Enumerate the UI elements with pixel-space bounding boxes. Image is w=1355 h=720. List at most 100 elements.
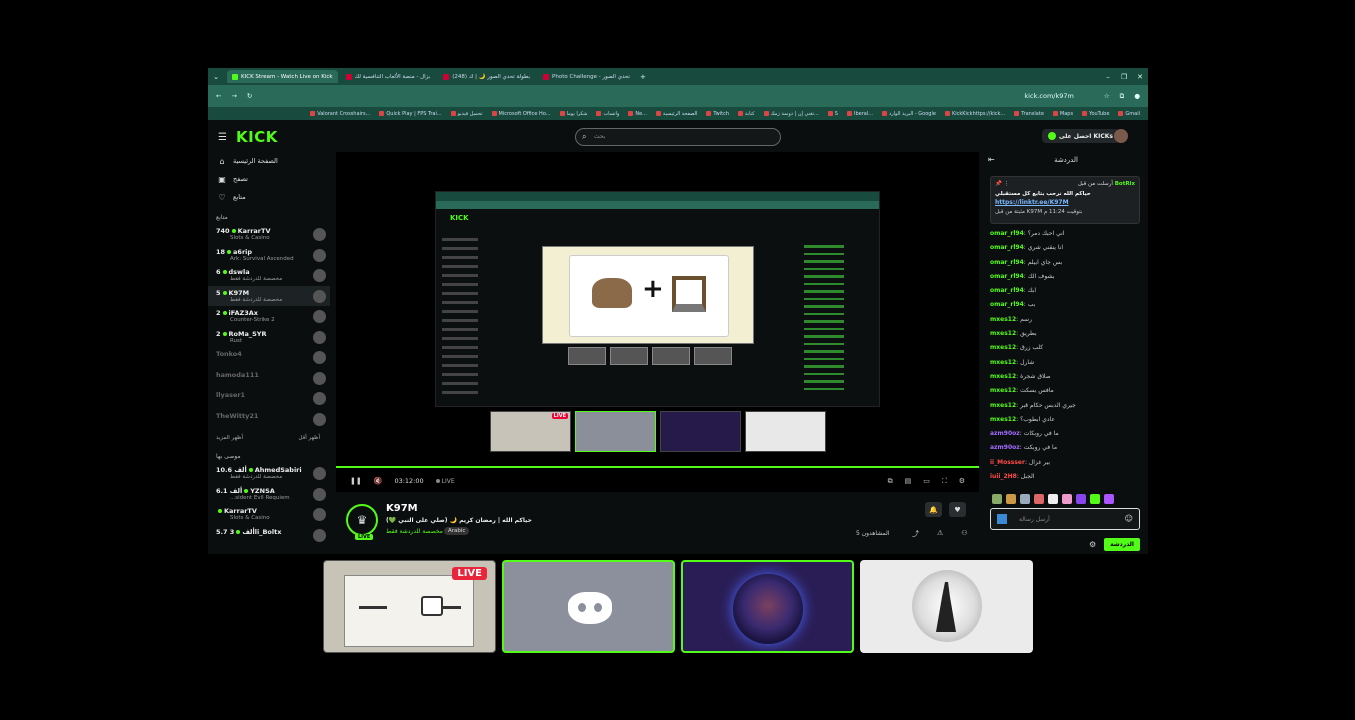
get-kicks-button[interactable]: احصل على KICKs <box>1042 129 1119 143</box>
fullscreen-icon[interactable]: ⛶ <box>942 477 947 486</box>
volume-mute-icon[interactable]: 🔇 <box>374 477 383 485</box>
channel-item[interactable]: llyaser1 <box>208 388 330 409</box>
chat-username[interactable]: omar_rl94 <box>990 301 1024 308</box>
chat-username[interactable]: omar_rl94 <box>990 273 1024 280</box>
chat-settings-icon[interactable]: ⚙ <box>1089 540 1096 549</box>
chat-username[interactable]: mxes12 <box>990 330 1016 337</box>
streamer-name[interactable]: K97M <box>386 503 418 514</box>
theater-icon[interactable]: ▭ <box>923 477 930 486</box>
settings-icon[interactable]: ⚙ <box>959 477 965 486</box>
chat-username[interactable]: mxes12 <box>990 387 1016 394</box>
bookmark-item[interactable]: Valorant Crosshairs... <box>310 111 370 117</box>
share-icon[interactable]: ⤴ <box>912 529 919 539</box>
chat-username[interactable]: mxes12 <box>990 373 1016 380</box>
extensions-icon[interactable]: ⧉ <box>1120 92 1125 101</box>
report-icon[interactable]: ⚠ <box>937 529 943 539</box>
send-button[interactable]: الدردشة <box>1104 538 1140 551</box>
restore-icon[interactable]: ❐ <box>1116 73 1132 81</box>
emote-icon[interactable] <box>1048 494 1058 504</box>
url-field[interactable]: kick.com/k97m <box>262 92 1093 100</box>
chat-input[interactable]: أرسل رسالة ☺ <box>990 508 1140 530</box>
bookmark-item[interactable]: KickKickhttps://kick... <box>945 111 1005 117</box>
channel-item[interactable]: 6 dswla مخصصة للدردشة فقط <box>208 265 330 286</box>
sidebar-item-browse[interactable]: ▣ تصفح <box>208 170 330 188</box>
bookmark-item[interactable]: YouTube <box>1082 111 1109 117</box>
streamer-avatar[interactable]: ♛ LIVE <box>346 504 378 540</box>
emoji-icon[interactable]: ☺ <box>1125 514 1133 523</box>
show-less-link[interactable]: أظهر أقل <box>298 435 320 441</box>
tab-youtube[interactable]: (248) بطولة تحدي الصور 🌙 | ك <box>438 70 535 83</box>
kick-logo[interactable]: KICK <box>236 128 278 146</box>
bookmark-item[interactable]: تغني إن | دونمة زمك... <box>764 111 819 117</box>
chat-username[interactable]: mxes12 <box>990 316 1016 323</box>
stream-category[interactable]: مخصصة للدردشة فقط <box>386 528 443 535</box>
collapse-chat-icon[interactable]: ⇤ <box>988 155 995 164</box>
chat-username[interactable]: mxes12 <box>990 402 1016 409</box>
channel-item[interactable]: hamoda111 <box>208 368 330 389</box>
pause-icon[interactable]: ❚❚ <box>350 477 362 485</box>
emote-icon[interactable] <box>1006 494 1016 504</box>
profile-icon[interactable]: ● <box>1134 92 1140 100</box>
emote-icon[interactable] <box>1062 494 1072 504</box>
bookmark-item[interactable]: الصفحة الرئيسية <box>656 111 698 117</box>
chat-username[interactable]: azm90oz <box>990 430 1020 437</box>
bookmark-item[interactable]: البريد الوارد - Google <box>882 111 936 117</box>
bookmark-item[interactable]: Ne... <box>628 111 647 117</box>
bookmark-item[interactable]: Iberal... <box>847 111 873 117</box>
progress-bar[interactable] <box>336 466 979 468</box>
channel-item[interactable]: KarrarTV Slots & Casino <box>208 504 330 525</box>
show-more-link[interactable]: أظهر المزيد <box>216 435 243 441</box>
tab-bazal[interactable]: بزال - منصة الألعاب التنافسية لك <box>341 70 436 83</box>
emote-icon[interactable] <box>1020 494 1030 504</box>
bookmark-item[interactable]: واتساب <box>596 111 619 117</box>
chat-username[interactable]: omar_rl94 <box>990 230 1024 237</box>
bookmark-item[interactable]: تحميل فيديو <box>451 111 483 117</box>
emote-icon[interactable] <box>1090 494 1100 504</box>
bookmark-item[interactable]: كتابة <box>738 111 755 117</box>
user-avatar[interactable] <box>1114 129 1128 143</box>
bookmark-star-icon[interactable]: ☆ <box>1104 92 1110 100</box>
emote-icon[interactable] <box>1034 494 1044 504</box>
channel-item[interactable]: TheWitty21 <box>208 409 330 430</box>
channel-item[interactable]: 5.7 ألف3li_Boltx <box>208 525 330 546</box>
channel-item[interactable]: 2 RoMa_SYR Rust <box>208 327 330 348</box>
new-tab-icon[interactable]: + <box>635 73 651 81</box>
chat-username[interactable]: omar_rl94 <box>990 259 1024 266</box>
follow-button[interactable]: ♥ <box>949 502 966 517</box>
channel-item[interactable]: 18 a6rip Ark: Survival Ascended <box>208 245 330 266</box>
emote-icon[interactable] <box>992 494 1002 504</box>
chat-username[interactable]: mxes12 <box>990 359 1016 366</box>
chat-username[interactable]: omar_rl94 <box>990 287 1024 294</box>
menu-icon[interactable]: ☰ <box>218 132 227 143</box>
language-tag[interactable]: Arabic <box>444 527 470 535</box>
reload-icon[interactable]: ↻ <box>247 92 252 100</box>
notifications-button[interactable]: 🔔 <box>925 502 942 517</box>
sidebar-item-home[interactable]: ⌂ الصفحة الرئيسية <box>208 152 330 170</box>
bookmark-item[interactable]: Quick Play | FPS Trai... <box>379 111 441 117</box>
chat-username[interactable]: iuii_2H8 <box>990 473 1017 480</box>
bookmark-item[interactable]: Twitch <box>706 111 729 117</box>
chat-username[interactable]: omar_rl94 <box>990 244 1024 251</box>
chat-username[interactable]: azm90oz <box>990 444 1020 451</box>
channel-item[interactable]: 740 KarrarTV Slots & Casino <box>208 224 330 245</box>
channel-item[interactable]: 5 K97M مخصصة للدردشة فقط <box>208 285 330 306</box>
bookmark-item[interactable]: Maps <box>1053 111 1073 117</box>
pinned-user[interactable]: BotRix <box>1115 181 1135 187</box>
sidebar-item-following[interactable]: ♡ متابع <box>208 188 330 206</box>
search-input[interactable]: ⌕ بحث <box>575 128 781 146</box>
pin-icon[interactable]: 📌 ⋮ <box>995 181 1009 187</box>
chat-username[interactable]: mxes12 <box>990 344 1016 351</box>
tab-list-icon[interactable]: ⌄ <box>208 73 224 81</box>
tab-kick[interactable]: KICK Stream - Watch Live on Kick <box>227 70 338 83</box>
more-users-icon[interactable]: ⚇ <box>961 529 967 539</box>
pinned-link[interactable]: https://linktr.ee/K97M <box>995 199 1135 206</box>
channel-item[interactable]: Tonko4 <box>208 347 330 368</box>
back-icon[interactable]: ← <box>216 92 221 100</box>
channel-item[interactable]: 6.1 ألف YZNSA ...sident Evil Requiem <box>208 484 330 505</box>
emote-icon[interactable] <box>1076 494 1086 504</box>
clip-icon[interactable]: ▤ <box>905 477 912 486</box>
forward-icon[interactable]: → <box>231 92 236 100</box>
chat-username[interactable]: mxes12 <box>990 416 1016 423</box>
chat-username[interactable]: ii_Mossser <box>990 459 1025 466</box>
tab-photo-challenge[interactable]: Photo Challenge - تحدي الصور <box>538 70 635 83</box>
